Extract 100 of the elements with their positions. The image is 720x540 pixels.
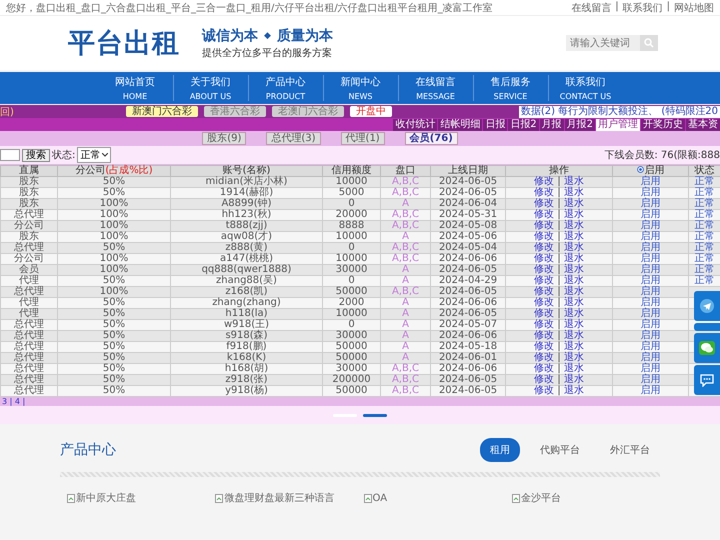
status-select[interactable]: 正常 xyxy=(77,147,112,163)
nav-item[interactable]: 关于我们 ABOUT US xyxy=(172,75,248,101)
menu-tab[interactable]: 日报2 xyxy=(508,119,539,131)
edit-link[interactable]: 修改 xyxy=(534,275,554,286)
broken-image-icon xyxy=(364,494,372,502)
rebate-link[interactable]: 退水 xyxy=(564,308,584,319)
nav-item[interactable]: 售后服务 SERVICE xyxy=(472,75,548,101)
edit-link[interactable]: 修改 xyxy=(534,308,554,319)
edit-link[interactable]: 修改 xyxy=(534,330,554,341)
edit-link[interactable]: 修改 xyxy=(534,352,554,363)
column-note: (占成%比) xyxy=(105,165,153,176)
edit-link[interactable]: 修改 xyxy=(534,242,554,253)
search-field[interactable] xyxy=(0,149,20,161)
column-header: 启用 xyxy=(644,165,664,176)
rebate-link[interactable]: 退水 xyxy=(564,264,584,275)
edit-link[interactable]: 修改 xyxy=(534,176,554,187)
level-button[interactable]: 股东(9) xyxy=(202,132,246,145)
menu-tab[interactable]: 收付统计 xyxy=(393,119,438,131)
site-logo[interactable]: 平台出租 xyxy=(68,25,180,61)
rebate-link[interactable]: 退水 xyxy=(564,187,584,198)
lottery-tab[interactable]: 新澳门六合彩 xyxy=(126,106,198,117)
column-header: 账号(名称) xyxy=(222,165,270,176)
rebate-link[interactable]: 退水 xyxy=(564,198,584,209)
nav-item[interactable]: 网站首页 HOME xyxy=(98,75,172,101)
menu-tab[interactable]: 开奖历史 xyxy=(641,119,685,131)
rebate-link[interactable]: 退水 xyxy=(564,385,584,396)
menu-tab[interactable]: 用户管理 xyxy=(596,119,640,131)
edit-link[interactable]: 修改 xyxy=(534,363,554,374)
separator: | xyxy=(556,264,562,275)
image-alt-text: 新中原大庄盘 xyxy=(76,492,136,505)
separator: | xyxy=(556,385,562,396)
nav-item[interactable]: 产品中心 PRODUCT xyxy=(248,75,322,101)
rebate-link[interactable]: 退水 xyxy=(564,209,584,220)
caret-icon xyxy=(102,153,108,157)
edit-link[interactable]: 修改 xyxy=(534,187,554,198)
status-tag: 开盘中 xyxy=(350,106,392,117)
nav-item[interactable]: 新闻中心 NEWS xyxy=(322,75,398,101)
side-button[interactable] xyxy=(694,333,720,363)
table-cell: 50% xyxy=(58,386,170,396)
rebate-link[interactable]: 退水 xyxy=(564,242,584,253)
category-tab[interactable]: 代购平台 xyxy=(530,438,590,462)
menu-tab[interactable]: 月报 xyxy=(540,119,564,131)
rebate-link[interactable]: 退水 xyxy=(564,220,584,231)
nav-item[interactable]: 联系我们 CONTACT US xyxy=(548,75,622,101)
category-tab[interactable]: 租用 xyxy=(480,438,520,462)
edit-link[interactable]: 修改 xyxy=(534,374,554,385)
edit-link[interactable]: 修改 xyxy=(534,231,554,242)
rebate-link[interactable]: 退水 xyxy=(564,319,584,330)
rebate-link[interactable]: 退水 xyxy=(564,363,584,374)
menu-tab[interactable]: 结帐明细 xyxy=(438,119,482,131)
rebate-link[interactable]: 退水 xyxy=(564,341,584,352)
edit-link[interactable]: 修改 xyxy=(534,319,554,330)
radio-icon[interactable] xyxy=(636,166,644,173)
edit-link[interactable]: 修改 xyxy=(534,209,554,220)
top-link[interactable]: 联系我们 xyxy=(622,0,663,14)
top-link[interactable]: 在线留言 xyxy=(571,0,612,14)
separator: | xyxy=(666,0,670,14)
edit-link[interactable]: 修改 xyxy=(534,220,554,231)
edit-link[interactable]: 修改 xyxy=(534,286,554,297)
separator: | xyxy=(556,198,562,209)
rebate-link[interactable]: 退水 xyxy=(564,297,584,308)
side-button[interactable] xyxy=(694,365,720,395)
top-link[interactable]: 网站地图 xyxy=(674,0,714,14)
search-field[interactable]: 请输入关键词 xyxy=(566,35,640,51)
menu-tab[interactable]: 基本资 xyxy=(686,119,720,131)
pagination[interactable]: 3 | 4 | xyxy=(2,398,26,406)
rebate-link[interactable]: 退水 xyxy=(564,275,584,286)
rebate-link[interactable]: 退水 xyxy=(564,352,584,363)
separator: | xyxy=(556,275,562,286)
menu-tab[interactable]: 月报2 xyxy=(564,119,595,131)
edit-link[interactable]: 修改 xyxy=(534,198,554,209)
back-link[interactable]: 回) xyxy=(0,104,120,118)
search-button[interactable]: 搜索 xyxy=(22,148,50,162)
summary-text: 下线会员数: 76(限额:888 xyxy=(604,148,720,162)
edit-link[interactable]: 修改 xyxy=(534,264,554,275)
level-button[interactable]: 会员(76) xyxy=(404,132,458,145)
side-button[interactable] xyxy=(694,291,720,321)
slogan: 质量为本 xyxy=(276,26,333,44)
rebate-link[interactable]: 退水 xyxy=(564,330,584,341)
category-tab[interactable]: 外汇平台 xyxy=(600,438,660,462)
table-cell: 总代理 xyxy=(0,386,58,396)
search-icon xyxy=(644,38,654,48)
welcome-text: 您好，盘口出租_盘口_六合盘口出租_平台_三合一盘口_租用/六仔平台出租/六仔盘口出租平台租用_凌富工作室 xyxy=(6,2,493,14)
separator: | xyxy=(556,308,562,319)
rebate-link[interactable]: 退水 xyxy=(564,374,584,385)
separator: | xyxy=(556,352,562,363)
nav-item[interactable]: 在线留言 MESSAGE xyxy=(398,75,472,101)
menu-tab[interactable]: 日报 xyxy=(483,119,508,131)
rebate-link[interactable]: 退水 xyxy=(564,231,584,242)
rebate-link[interactable]: 退水 xyxy=(564,176,584,187)
edit-link[interactable]: 修改 xyxy=(534,341,554,352)
separator: | xyxy=(556,209,562,220)
rebate-link[interactable]: 退水 xyxy=(564,253,584,264)
level-button[interactable]: 总代理(3) xyxy=(266,132,321,145)
paper-plane-icon xyxy=(700,299,714,313)
edit-link[interactable]: 修改 xyxy=(534,297,554,308)
edit-link[interactable]: 修改 xyxy=(534,385,554,396)
edit-link[interactable]: 修改 xyxy=(534,253,554,264)
level-button[interactable]: 代理(1) xyxy=(340,132,385,145)
rebate-link[interactable]: 退水 xyxy=(564,286,584,297)
